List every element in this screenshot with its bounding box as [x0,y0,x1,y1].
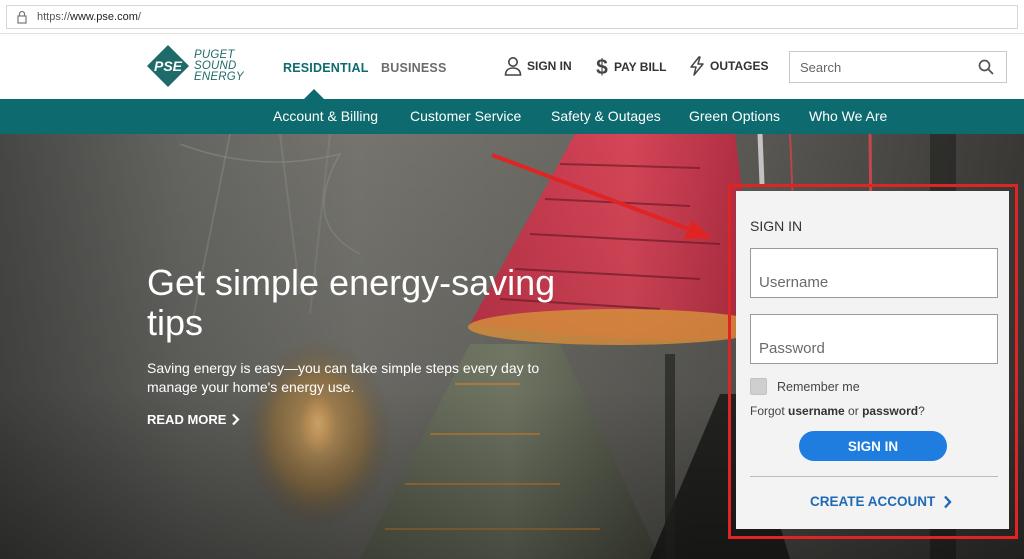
forgot-username-link[interactable]: username [788,404,845,418]
url-text: https://www.pse.com/ [37,11,141,23]
logo-wordmark: PUGET SOUND ENERGY [194,48,244,83]
remember-me-label: Remember me [777,379,860,394]
logo-mark: PSE [154,58,183,74]
main-navigation: Account & Billing Customer Service Safet… [0,99,1024,134]
url-field[interactable]: https://www.pse.com/ [6,5,1018,29]
create-account-label: CREATE ACCOUNT [810,494,936,509]
create-account-link[interactable]: CREATE ACCOUNT [810,494,952,509]
search-box [789,51,1007,83]
outages-link[interactable]: OUTAGES [689,56,768,76]
read-more-link[interactable]: READ MORE [147,412,241,427]
remember-me-checkbox[interactable] [750,378,767,395]
logo-line-1: PUGET [194,48,235,61]
lightning-icon [690,56,704,76]
forgot-prefix: Forgot [750,404,789,418]
forgot-or: or [844,404,863,418]
sign-in-title: SIGN IN [750,218,803,234]
nav-who-we-are[interactable]: Who We Are [809,108,887,124]
username-input[interactable] [751,249,997,297]
logo-diamond-icon: PSE [146,44,190,88]
search-input[interactable] [790,52,970,82]
url-host: www.pse.com [70,11,138,23]
sign-in-panel: SIGN IN Remember me Forgot username or p… [736,191,1009,529]
remember-me[interactable]: Remember me [750,378,860,395]
nav-green-options[interactable]: Green Options [689,108,780,124]
read-more-label: READ MORE [147,412,227,427]
pay-bill-label: PAY BILL [614,60,667,74]
forgot-suffix: ? [918,404,925,418]
nav-safety-outages[interactable]: Safety & Outages [551,108,661,124]
active-tab-indicator [304,89,324,99]
user-icon [504,57,522,76]
dollar-icon: $ [596,56,608,78]
sign-in-button[interactable]: SIGN IN [799,431,947,461]
username-field-wrapper [750,248,998,298]
search-icon[interactable] [978,59,994,75]
tab-residential[interactable]: RESIDENTIAL [283,61,369,75]
forgot-credentials: Forgot username or password? [750,404,925,418]
nav-customer-service[interactable]: Customer Service [410,108,521,124]
pse-logo[interactable]: PSE PUGET SOUND ENERGY [146,44,244,88]
password-input[interactable] [751,315,997,363]
pay-bill-link[interactable]: $ PAY BILL [595,56,666,78]
tab-business[interactable]: BUSINESS [381,61,447,75]
site-header: PSE PUGET SOUND ENERGY RESIDENTIAL BUSIN… [0,34,1024,99]
chevron-right-icon [232,413,241,426]
outages-label: OUTAGES [710,59,769,73]
logo-line-2: SOUND [194,59,237,72]
forgot-password-link[interactable]: password [862,404,918,418]
hero-title: Get simple energy-saving tips [147,262,556,343]
panel-divider [750,476,998,477]
logo-line-3: ENERGY [194,70,244,83]
svg-text:$: $ [596,56,608,78]
url-path: / [137,11,141,23]
url-scheme: https:// [37,11,71,23]
header-sign-in-label: SIGN IN [527,59,572,73]
hero-description: Saving energy is easy—you can take simpl… [147,360,540,395]
nav-account-billing[interactable]: Account & Billing [273,108,378,124]
password-field-wrapper [750,314,998,364]
chevron-right-icon [944,495,952,508]
header-sign-in-link[interactable]: SIGN IN [504,56,572,76]
lock-icon [15,10,29,24]
browser-address-bar: https://www.pse.com/ [0,0,1024,34]
